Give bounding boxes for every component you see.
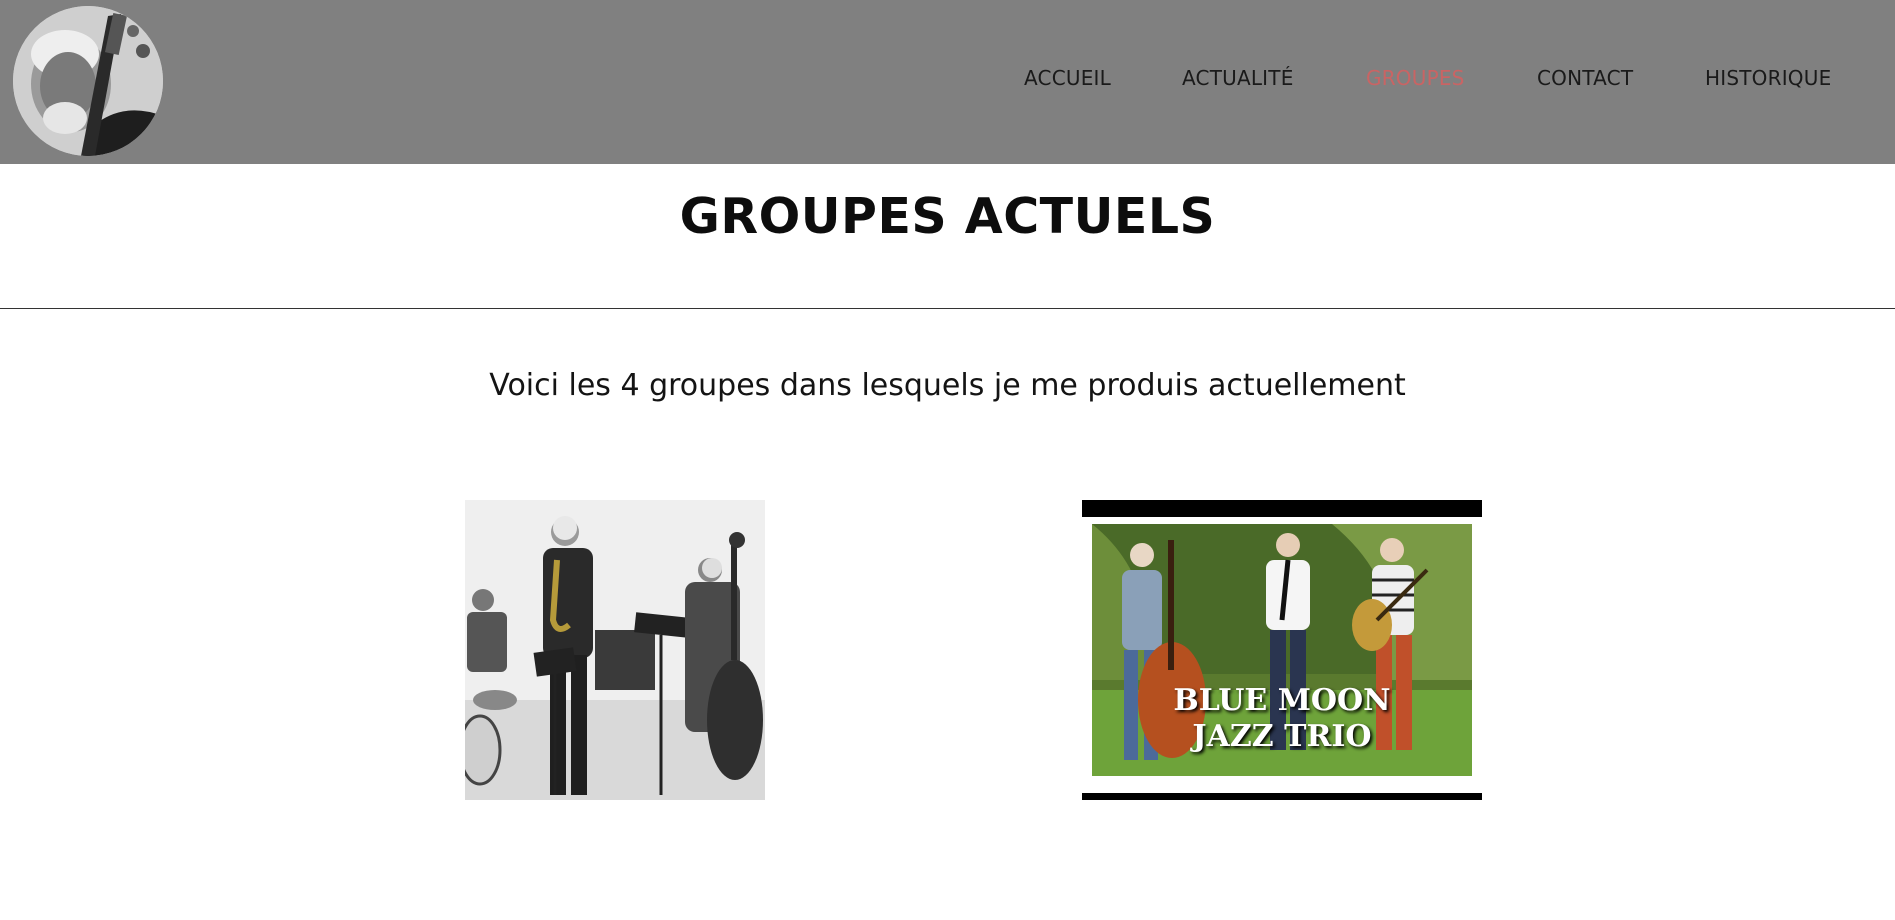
- intro-text: Voici les 4 groupes dans lesquels je me …: [489, 368, 1406, 403]
- blue-moon-trio-image: [1082, 500, 1482, 800]
- nav-link-accueil[interactable]: ACCUEIL: [1024, 66, 1111, 96]
- group-card-2-blue-moon-jazz-trio[interactable]: BLUE MOON JAZZ TRIO: [1082, 500, 1482, 800]
- page-title: GROUPES ACTUELS: [679, 188, 1216, 245]
- section-divider: [0, 308, 1895, 309]
- nav-link-contact[interactable]: CONTACT: [1537, 66, 1633, 96]
- nav-link-groupes[interactable]: GROUPES: [1366, 66, 1465, 96]
- musician-portrait-icon: [13, 6, 163, 156]
- nav-link-historique[interactable]: HISTORIQUE: [1705, 66, 1831, 96]
- band-photo-image: [465, 500, 765, 800]
- blue-moon-title-line2: JAZZ TRIO: [1192, 719, 1372, 754]
- blue-moon-title-line1: BLUE MOON: [1173, 683, 1391, 718]
- group-card-1-photo[interactable]: [465, 500, 765, 800]
- site-header: ACCUEIL ACTUALITÉ GROUPES CONTACT HISTOR…: [0, 0, 1895, 164]
- nav-link-actualite[interactable]: ACTUALITÉ: [1182, 66, 1294, 96]
- musician-avatar-logo[interactable]: [13, 6, 163, 156]
